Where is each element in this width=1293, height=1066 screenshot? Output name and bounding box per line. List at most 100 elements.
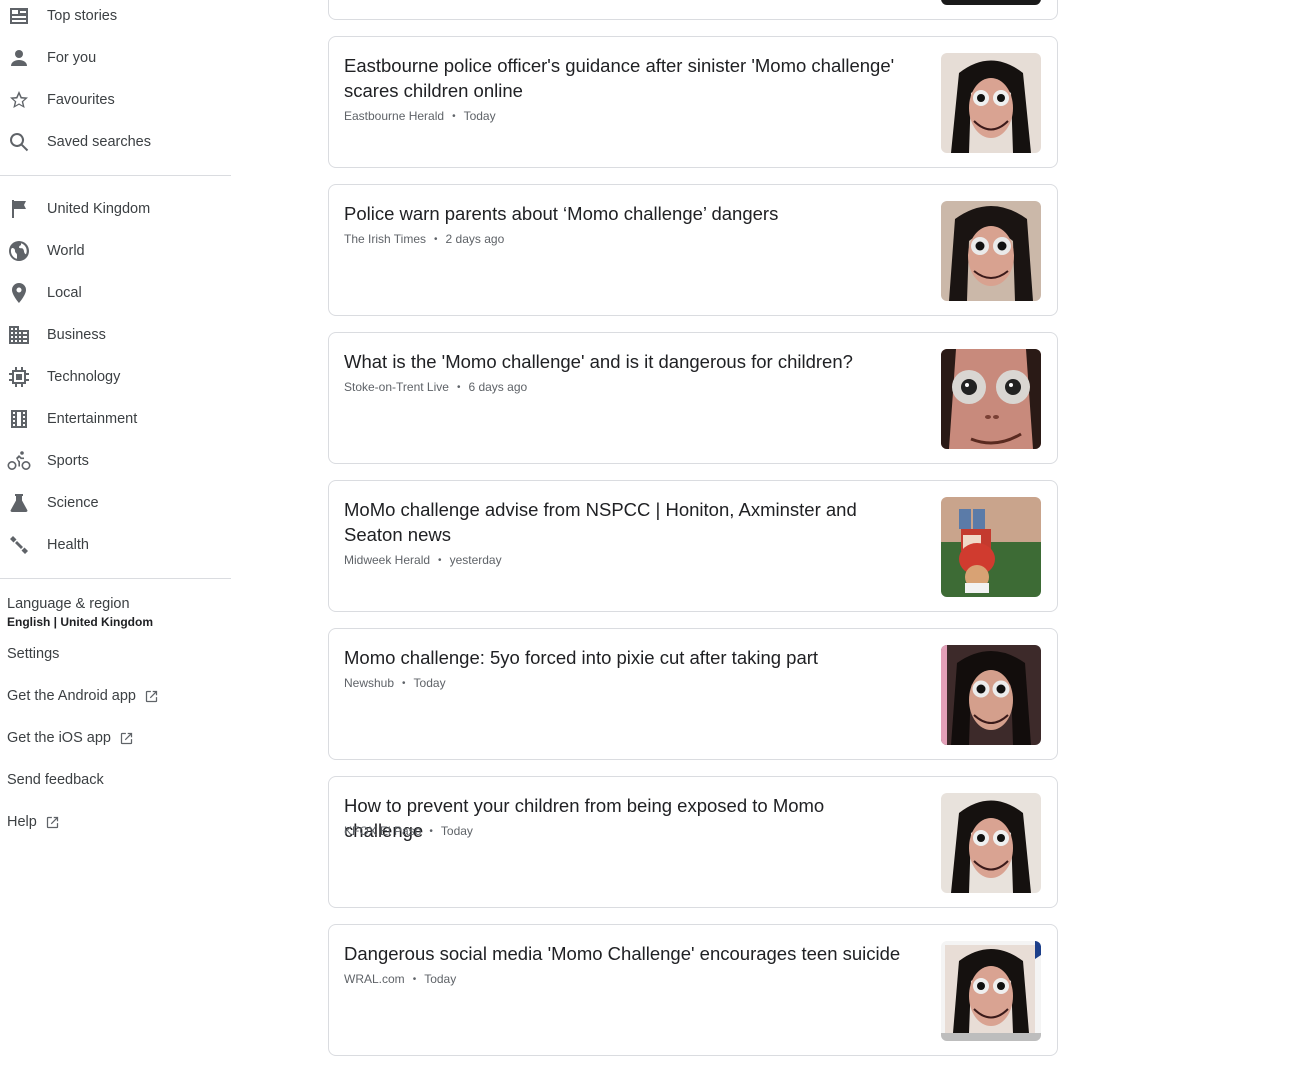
sidebar-item-label: Science bbox=[47, 495, 99, 511]
sidebar-item-united-kingdom[interactable]: United Kingdom bbox=[0, 188, 231, 230]
article-source[interactable]: WRAL.com bbox=[344, 972, 405, 986]
momo-face-image bbox=[941, 53, 1041, 153]
article-thumbnail[interactable] bbox=[941, 941, 1041, 1041]
sidebar-item-world[interactable]: World bbox=[0, 230, 231, 272]
sidebar-item-label: For you bbox=[47, 50, 97, 66]
article-title[interactable]: What is the 'Momo challenge' and is it d… bbox=[344, 349, 904, 374]
article-thumbnail[interactable] bbox=[941, 793, 1041, 893]
momo-face-image bbox=[941, 645, 1041, 745]
sidebar-item-label: Local bbox=[47, 285, 82, 301]
article-thumbnail[interactable] bbox=[941, 349, 1041, 449]
divider bbox=[0, 175, 231, 176]
article-card[interactable]: Police warn parents about ‘Momo challeng… bbox=[328, 184, 1058, 316]
ios-app-label: Get the iOS app bbox=[7, 730, 111, 746]
bicycle-icon bbox=[7, 449, 31, 473]
help-label: Help bbox=[7, 814, 37, 830]
flag-icon bbox=[7, 197, 31, 221]
newspaper-icon bbox=[7, 4, 31, 28]
language-region-value: English | United Kingdom bbox=[7, 615, 154, 629]
film-icon bbox=[7, 407, 31, 431]
divider bbox=[0, 578, 231, 579]
building-icon bbox=[7, 323, 31, 347]
article-thumbnail[interactable] bbox=[941, 53, 1041, 153]
globe-icon bbox=[7, 239, 31, 263]
sidebar-item-business[interactable]: Business bbox=[0, 314, 231, 356]
article-title[interactable]: Dangerous social media 'Momo Challenge' … bbox=[344, 941, 904, 966]
sidebar-item-label: Saved searches bbox=[47, 134, 151, 150]
external-link-icon bbox=[144, 689, 159, 704]
sidebar-item-label: United Kingdom bbox=[47, 201, 151, 217]
article-thumbnail[interactable] bbox=[941, 645, 1041, 745]
article-source[interactable]: Midweek Herald bbox=[344, 553, 430, 567]
article-card[interactable]: What is the 'Momo challenge' and is it d… bbox=[328, 332, 1058, 464]
language-region-label: Language & region bbox=[7, 596, 130, 612]
momo-face-image bbox=[941, 793, 1041, 893]
sidebar-item-label: World bbox=[47, 243, 85, 259]
sidebar-item-label: Health bbox=[47, 537, 89, 553]
article-title[interactable]: Momo challenge: 5yo forced into pixie cu… bbox=[344, 645, 904, 670]
dumbbell-icon bbox=[7, 533, 31, 557]
send-feedback-link[interactable]: Send feedback bbox=[7, 772, 104, 788]
article-thumbnail[interactable] bbox=[941, 497, 1041, 597]
sidebar-item-label: Top stories bbox=[47, 8, 118, 24]
article-meta: WRAL.com • Today bbox=[344, 972, 457, 986]
article-source[interactable]: Newshub bbox=[344, 676, 394, 690]
sidebar-item-technology[interactable]: Technology bbox=[0, 356, 231, 398]
location-pin-icon bbox=[7, 281, 31, 305]
settings-label: Settings bbox=[7, 646, 60, 662]
article-meta: Newshub • Today bbox=[344, 676, 446, 690]
article-time: Today bbox=[463, 109, 496, 123]
sidebar-item-sports[interactable]: Sports bbox=[0, 440, 231, 482]
article-title[interactable]: Police warn parents about ‘Momo challeng… bbox=[344, 201, 904, 226]
article-meta: Midweek Herald • yesterday bbox=[344, 553, 502, 567]
sidebar-item-health[interactable]: Health bbox=[0, 524, 231, 566]
article-source[interactable]: Stoke-on-Trent Live bbox=[344, 380, 449, 394]
momo-closeup-image bbox=[941, 349, 1041, 449]
help-link[interactable]: Help bbox=[7, 814, 60, 830]
article-source[interactable]: KFOX El Paso bbox=[344, 824, 421, 838]
article-time: yesterday bbox=[449, 553, 502, 567]
sidebar-item-favourites[interactable]: Favourites bbox=[0, 79, 231, 121]
article-title[interactable]: Eastbourne police officer's guidance aft… bbox=[344, 53, 904, 103]
article-time: Today bbox=[424, 972, 457, 986]
article-meta: Stoke-on-Trent Live • 6 days ago bbox=[344, 380, 528, 394]
sidebar-item-local[interactable]: Local bbox=[0, 272, 231, 314]
article-thumbnail bbox=[941, 0, 1041, 5]
sidebar-item-for-you[interactable]: For you bbox=[0, 37, 231, 79]
external-link-icon bbox=[119, 731, 134, 746]
article-meta: The Irish Times • 2 days ago bbox=[344, 232, 505, 246]
android-app-link[interactable]: Get the Android app bbox=[7, 688, 159, 704]
sidebar-item-science[interactable]: Science bbox=[0, 482, 231, 524]
article-title[interactable]: MoMo challenge advise from NSPCC | Honit… bbox=[344, 497, 904, 547]
sidebar-item-entertainment[interactable]: Entertainment bbox=[0, 398, 231, 440]
sidebar-item-top-stories[interactable]: Top stories bbox=[0, 0, 231, 37]
article-thumbnail[interactable] bbox=[941, 201, 1041, 301]
sidebar-item-saved-searches[interactable]: Saved searches bbox=[0, 121, 231, 163]
sidebar: Top stories For you Favourites Saved sea… bbox=[0, 0, 231, 1066]
article-time: 6 days ago bbox=[468, 380, 528, 394]
article-card[interactable]: Momo challenge: 5yo forced into pixie cu… bbox=[328, 628, 1058, 760]
article-source[interactable]: The Irish Times bbox=[344, 232, 426, 246]
person-icon bbox=[7, 46, 31, 70]
ios-app-link[interactable]: Get the iOS app bbox=[7, 730, 134, 746]
article-time: 2 days ago bbox=[445, 232, 505, 246]
chip-icon bbox=[7, 365, 31, 389]
article-card-partial[interactable] bbox=[328, 0, 1058, 20]
article-time: Today bbox=[413, 676, 446, 690]
child-tablet-image bbox=[941, 497, 1041, 597]
settings-link[interactable]: Settings bbox=[7, 646, 59, 662]
article-card[interactable]: Eastbourne police officer's guidance aft… bbox=[328, 36, 1058, 168]
article-source[interactable]: Eastbourne Herald bbox=[344, 109, 444, 123]
article-card[interactable]: Dangerous social media 'Momo Challenge' … bbox=[328, 924, 1058, 1056]
article-card[interactable]: MoMo challenge advise from NSPCC | Honit… bbox=[328, 480, 1058, 612]
external-link-icon bbox=[45, 815, 60, 830]
flask-icon bbox=[7, 491, 31, 515]
sidebar-item-label: Business bbox=[47, 327, 106, 343]
send-feedback-label: Send feedback bbox=[7, 772, 104, 788]
momo-face-image bbox=[941, 201, 1041, 301]
language-region-link[interactable]: Language & region bbox=[7, 596, 130, 612]
sidebar-item-label: Sports bbox=[47, 453, 89, 469]
article-card[interactable]: How to prevent your children from being … bbox=[328, 776, 1058, 908]
android-app-label: Get the Android app bbox=[7, 688, 136, 704]
article-time: Today bbox=[440, 824, 473, 838]
